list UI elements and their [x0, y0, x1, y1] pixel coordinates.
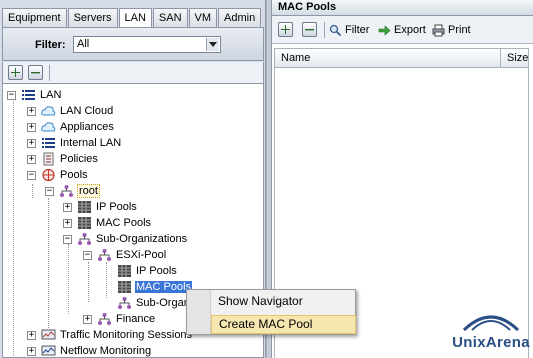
filter-label: Filter:: [35, 39, 66, 51]
tab-san[interactable]: SAN: [152, 8, 188, 27]
tree-item-lan[interactable]: − LAN: [7, 87, 62, 103]
expand-toggle[interactable]: +: [27, 346, 36, 356]
plus-icon: [281, 25, 290, 34]
cloud-icon: [40, 120, 56, 135]
expand-toggle[interactable]: +: [63, 218, 72, 228]
cloud-icon: [40, 104, 56, 119]
content-toolbar: Filter Export Print: [272, 16, 533, 44]
org-icon: [58, 184, 74, 199]
tree-item-ip-pools[interactable]: + IP Pools: [63, 199, 138, 215]
menu-icon-gutter: [187, 290, 211, 334]
table-header: Name Size: [274, 48, 529, 68]
tree-item-traffic-monitoring[interactable]: + Traffic Monitoring Sessions: [27, 327, 193, 343]
collapse-toggle[interactable]: −: [7, 90, 16, 100]
lan-icon: [20, 88, 36, 103]
monitor-icon: [40, 344, 56, 358]
org-icon: [96, 248, 112, 263]
filter-value: All: [77, 38, 90, 50]
org-icon: [116, 296, 132, 311]
tree-item-policies[interactable]: + Policies: [27, 151, 99, 167]
tree-item-esxi-ip-pools[interactable]: IP Pools: [116, 263, 178, 279]
collapse-button[interactable]: [302, 22, 317, 37]
tree-item-esxi-pool[interactable]: − ESXi-Pool: [83, 247, 167, 263]
tree-item-internal-lan[interactable]: + Internal LAN: [27, 135, 122, 151]
menu-item-create-mac-pool[interactable]: Create MAC Pool: [211, 315, 356, 334]
chevron-down-icon[interactable]: [206, 38, 219, 51]
expand-button[interactable]: [278, 22, 293, 37]
menu-item-show-navigator[interactable]: Show Navigator: [211, 292, 356, 311]
export-button[interactable]: Export: [378, 22, 426, 38]
expand-all-button[interactable]: [8, 65, 23, 80]
lan-icon: [40, 136, 56, 151]
column-header-name[interactable]: Name: [275, 49, 310, 67]
tree-item-finance[interactable]: + Finance: [83, 311, 156, 327]
column-header-size[interactable]: Size: [501, 49, 528, 67]
logo-swoosh-icon: [462, 315, 520, 332]
printer-icon: [432, 24, 445, 36]
collapse-all-button[interactable]: [28, 65, 43, 80]
tab-lan[interactable]: LAN: [118, 8, 152, 28]
nav-tabbar: Equipment Servers LAN SAN VM Admin: [2, 8, 262, 28]
tab-servers[interactable]: Servers: [67, 8, 118, 27]
tree-item-appliances[interactable]: + Appliances: [27, 119, 115, 135]
collapse-toggle[interactable]: −: [45, 186, 54, 196]
tree-item-esxi-mac-pools[interactable]: MAC Pools: [116, 279, 193, 295]
expand-toggle[interactable]: +: [27, 106, 36, 116]
tab-admin[interactable]: Admin: [218, 8, 262, 27]
org-icon: [76, 232, 92, 247]
page-title: MAC Pools: [272, 0, 533, 16]
expand-toggle[interactable]: +: [27, 154, 36, 164]
filter-icon: [329, 24, 342, 36]
tree-item-netflow-monitoring[interactable]: + Netflow Monitoring: [27, 343, 152, 358]
expand-toggle[interactable]: +: [27, 122, 36, 132]
filter-bar: Filter: All: [2, 27, 264, 61]
context-menu: Show Navigator Create MAC Pool: [186, 289, 356, 335]
expand-toggle[interactable]: +: [83, 314, 92, 324]
pools-icon: [40, 168, 56, 183]
logo-text: UnixArena: [452, 334, 530, 351]
policy-icon: [40, 152, 56, 167]
expand-toggle[interactable]: +: [27, 330, 36, 340]
tree-item-mac-pools[interactable]: + MAC Pools: [63, 215, 152, 231]
plus-icon: [11, 68, 20, 77]
tree-item-root[interactable]: − root: [45, 183, 100, 199]
filter-button[interactable]: Filter: [329, 22, 369, 38]
tree-toolbar: [2, 62, 264, 84]
filter-dropdown[interactable]: All: [73, 36, 221, 53]
toolbar-divider: [324, 22, 325, 38]
pool-grid-icon: [116, 280, 132, 295]
export-arrow-icon: [378, 24, 391, 36]
org-icon: [96, 312, 112, 327]
tree-item-pools[interactable]: − Pools: [27, 167, 89, 183]
tree-item-esxi-sub-org[interactable]: Sub-Organ: [116, 295, 191, 311]
tree-item-lan-cloud[interactable]: + LAN Cloud: [27, 103, 114, 119]
toolbar-divider: [49, 65, 50, 81]
collapse-toggle[interactable]: −: [63, 234, 72, 244]
pool-grid-icon: [76, 200, 92, 215]
minus-icon: [305, 29, 314, 31]
tab-equipment[interactable]: Equipment: [2, 8, 67, 27]
tab-vm[interactable]: VM: [188, 8, 218, 27]
collapse-toggle[interactable]: −: [83, 250, 92, 260]
expand-toggle[interactable]: +: [63, 202, 72, 212]
monitor-icon: [40, 328, 56, 343]
print-button[interactable]: Print: [432, 22, 471, 38]
pool-grid-icon: [76, 216, 92, 231]
expand-toggle[interactable]: +: [27, 138, 36, 148]
unixarena-logo: UnixArena: [450, 310, 532, 358]
tree-item-sub-organizations[interactable]: − Sub-Organizations: [63, 231, 188, 247]
collapse-toggle[interactable]: −: [27, 170, 36, 180]
minus-icon: [31, 72, 40, 74]
pool-grid-icon: [116, 264, 132, 279]
